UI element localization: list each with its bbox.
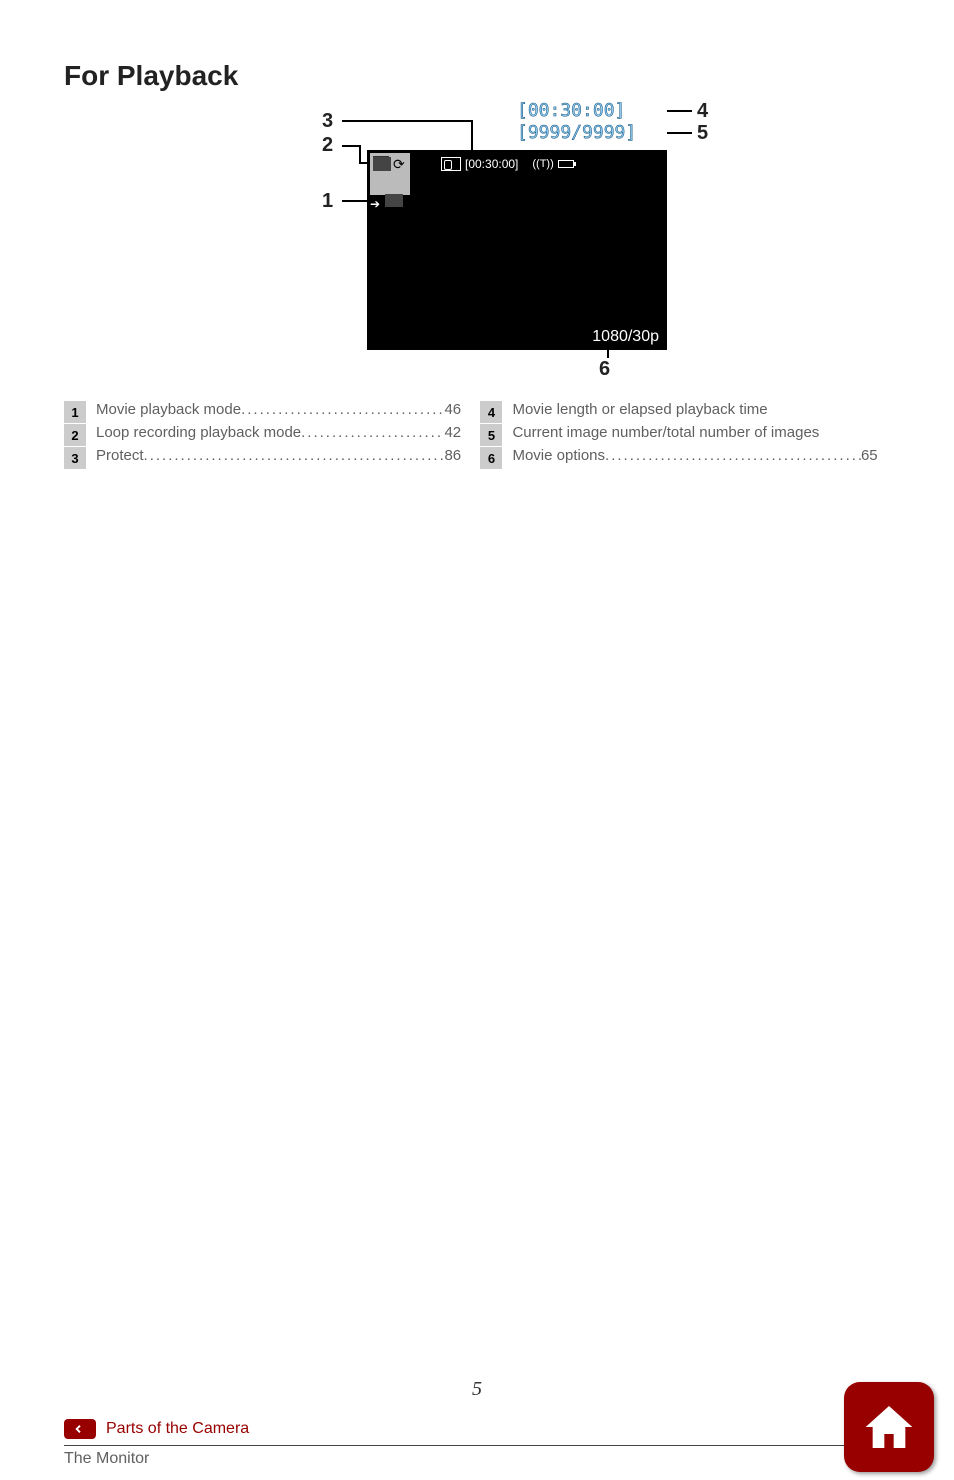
sd-lock-icon — [441, 157, 461, 171]
legend-text: Movie length or elapsed playback time — [512, 401, 876, 418]
section-subtitle: The Monitor — [64, 1450, 954, 1468]
breadcrumb-label[interactable]: Parts of the Camera — [106, 1420, 249, 1438]
callout-1: 1 — [322, 190, 333, 213]
leader-line — [667, 110, 692, 112]
legend-left-column: 1 Movie playback mode 46 2 Loop recording pl… — [64, 400, 460, 470]
page-ref[interactable]: 42 — [444, 424, 460, 441]
home-button[interactable] — [844, 1382, 934, 1472]
page-ref[interactable]: 46 — [444, 401, 460, 418]
callout-6: 6 — [599, 358, 610, 381]
divider — [64, 1445, 890, 1446]
page-ref[interactable]: 86 — [444, 447, 460, 464]
resolution-text: 1080/30p — [592, 328, 659, 346]
callout-5: 5 — [697, 122, 708, 145]
dot-leaders — [144, 447, 445, 464]
dot-leaders — [301, 424, 444, 441]
home-icon — [861, 1399, 917, 1455]
dot-leaders — [605, 447, 861, 464]
wifi-icon: ((T)) — [532, 158, 553, 170]
leader-line — [359, 162, 367, 164]
playback-diagram: [00:30:00] [9999/9999] [00:30:00] ((T)) … — [167, 110, 787, 380]
elapsed-overlay: [00:30:00] — [517, 100, 625, 121]
back-button[interactable] — [64, 1419, 96, 1439]
legend-text: Movie options — [512, 447, 605, 464]
page-ref[interactable]: 65 — [861, 447, 877, 464]
page-number: 5 — [0, 1378, 954, 1401]
legend-row: 5 Current image number/total number of im… — [480, 424, 876, 446]
arrow-icon — [370, 195, 384, 209]
legend-index: 6 — [480, 447, 502, 469]
filmclip-icon — [373, 157, 391, 171]
callout-3: 3 — [322, 110, 333, 133]
leader-line — [342, 120, 472, 122]
leader-line — [607, 340, 609, 358]
leader-line — [359, 145, 361, 163]
legend-text: Current image number/total number of ima… — [512, 424, 876, 441]
legend-row: 6 Movie options 65 — [480, 447, 876, 469]
legend-index: 4 — [480, 401, 502, 423]
counter-overlay: [9999/9999] — [517, 122, 636, 143]
leader-line — [667, 132, 692, 134]
leader-line — [342, 200, 367, 202]
legend-row: 2 Loop recording playback mode 42 — [64, 424, 460, 446]
legend-index: 1 — [64, 401, 86, 423]
legend-row: 3 Protect 86 — [64, 447, 460, 469]
lcd-screen: [00:30:00] ((T)) 1080/30p — [367, 150, 667, 350]
timebar-text: [00:30:00] — [465, 157, 518, 171]
leader-line — [471, 120, 473, 152]
section-heading: For Playback — [64, 60, 890, 92]
legend-text: Movie playback mode — [96, 401, 241, 418]
legend-text: Loop recording playback mode — [96, 424, 301, 441]
legend-index: 5 — [480, 424, 502, 446]
legend-row: 4 Movie length or elapsed playback time — [480, 401, 876, 423]
legend-index: 3 — [64, 447, 86, 469]
callout-4: 4 — [697, 100, 708, 123]
legend-row: 1 Movie playback mode 46 — [64, 401, 460, 423]
battery-icon — [558, 160, 574, 168]
film-icon — [385, 194, 403, 207]
legend-index: 2 — [64, 424, 86, 446]
legend-right-column: 4 Movie length or elapsed playback time 5C… — [480, 400, 876, 470]
back-arrow-icon — [70, 1421, 86, 1437]
dot-leaders — [241, 401, 444, 418]
leader-line — [342, 145, 360, 147]
callout-2: 2 — [322, 134, 333, 157]
legend-text: Protect — [96, 447, 144, 464]
